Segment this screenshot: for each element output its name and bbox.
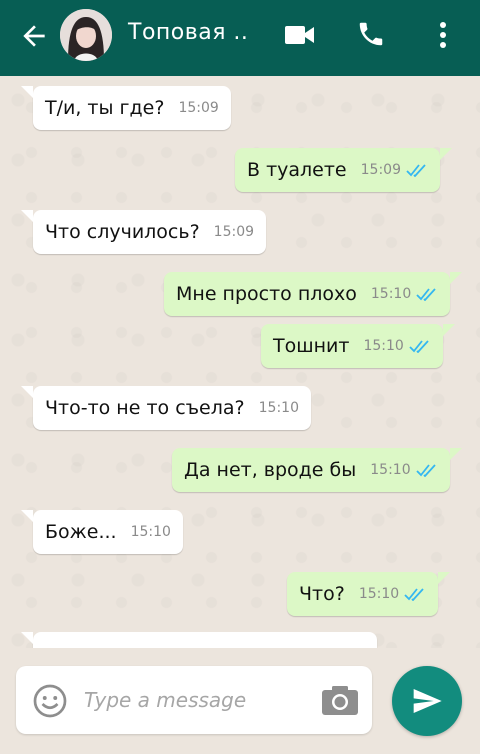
message-time: 15:10 [358,586,400,602]
message-text: Что-то не то съела? [45,397,245,419]
message-time: 15:10 [130,524,171,540]
message-incoming[interactable]: Т/и, ты где? 15:09 [21,86,231,130]
message-text: Мне просто плохо [176,283,357,305]
message-incoming-partial[interactable] [21,632,377,648]
chat-header: Топовая .. [0,0,480,76]
contact-name[interactable]: Топовая .. [128,20,248,45]
video-call-icon[interactable] [284,22,316,48]
message-outgoing[interactable]: Тошнит 15:10 [261,324,455,368]
message-time: 15:10 [363,338,404,354]
composer-bar: Type a message [0,648,480,754]
read-receipt-icon [409,339,431,353]
message-text: Тошнит [273,335,350,357]
message-outgoing[interactable]: Что? 15:10 [287,572,451,616]
message-incoming[interactable]: Боже... 15:10 [21,510,183,554]
send-icon [413,689,442,713]
arrow-left-icon[interactable] [18,20,50,52]
emoji-icon[interactable] [32,683,68,719]
camera-icon[interactable] [321,684,359,716]
message-time: 15:10 [370,462,411,478]
message-text: Что? [299,583,345,605]
read-receipt-icon [415,463,438,477]
message-outgoing[interactable]: Мне просто плохо 15:10 [164,272,463,316]
message-list[interactable]: Т/и, ты где? 15:09 В туалете 15:09 Что с… [0,76,480,648]
message-text: В туалете [247,159,347,181]
message-text: Да нет, вроде бы [184,459,357,481]
avatar[interactable] [60,9,112,61]
read-receipt-icon [404,587,426,601]
message-incoming[interactable]: Что случилось? 15:09 [20,210,267,254]
message-text: Боже... [45,521,117,543]
message-input-placeholder[interactable]: Type a message [84,688,246,712]
read-receipt-icon [416,287,438,301]
message-outgoing[interactable]: В туалете 15:09 [235,148,452,192]
send-button[interactable] [392,666,462,736]
message-time: 15:10 [370,286,412,302]
message-time: 15:09 [213,224,255,240]
phone-icon[interactable] [356,19,386,49]
message-time: 15:10 [258,400,299,416]
more-vert-icon[interactable] [437,20,449,50]
message-input[interactable]: Type a message [16,666,372,734]
message-text: Что случилось? [45,221,200,243]
message-incoming[interactable]: Что-то не то съела? 15:10 [21,386,311,430]
message-outgoing[interactable]: Да нет, вроде бы 15:10 [172,448,462,492]
message-text: Т/и, ты где? [45,97,165,119]
message-time: 15:09 [178,100,219,116]
read-receipt-icon [406,163,428,177]
message-time: 15:09 [360,162,401,178]
